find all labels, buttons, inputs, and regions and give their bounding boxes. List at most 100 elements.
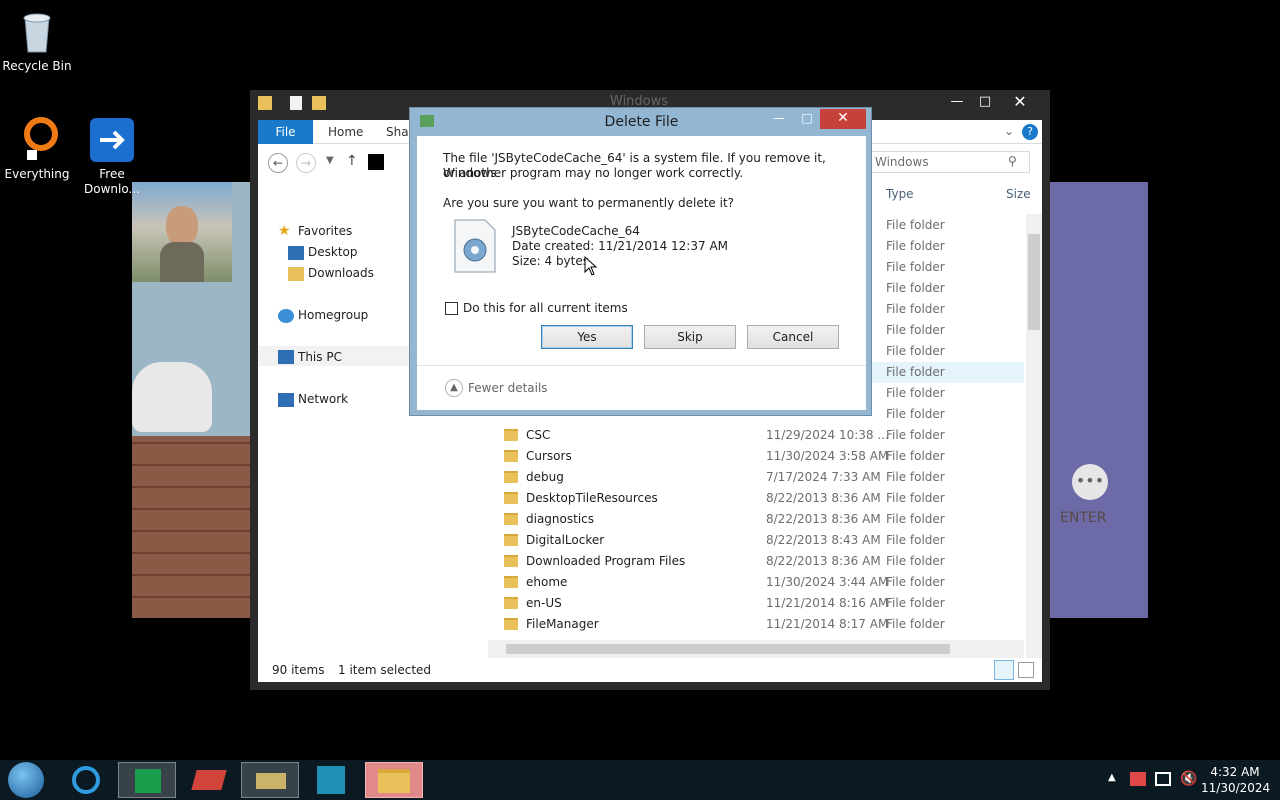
forward-button[interactable]: →	[296, 153, 316, 173]
dialog-body: The file 'JSByteCodeCache_64' is a syste…	[417, 136, 866, 410]
column-header-size[interactable]: Size	[1006, 182, 1031, 206]
table-row[interactable]: DigitalLocker 8/22/2013 8:43 AM File folde…	[498, 530, 1024, 551]
nav-downloads[interactable]: Downloads	[308, 263, 374, 283]
chevron-down-icon[interactable]: ⌄	[1004, 124, 1014, 138]
nav-desktop[interactable]: Desktop	[308, 242, 358, 262]
row-type: File folder	[886, 470, 945, 484]
location-icon	[368, 154, 384, 170]
apply-all-label: Do this for all current items	[463, 301, 628, 315]
scroll-thumb[interactable]	[1028, 234, 1040, 330]
desktop: ••• ENTER Recycle Bin Everything Free Do…	[0, 0, 1280, 800]
large-icons-view-icon[interactable]	[1018, 662, 1034, 678]
folder-icon	[258, 96, 272, 110]
clock-date[interactable]: 11/30/2024	[1201, 781, 1270, 795]
nav-homegroup[interactable]: Homegroup	[298, 305, 368, 325]
folder-icon	[504, 576, 518, 588]
nav-network[interactable]: Network	[298, 389, 348, 409]
dialog-maximize-button[interactable]: □	[794, 109, 820, 129]
up-button[interactable]: ↑	[346, 153, 358, 169]
row-type: File folder	[886, 596, 945, 610]
folder-icon	[504, 555, 518, 567]
row-name: DesktopTileResources	[526, 491, 658, 505]
table-row[interactable]: FileManager 11/21/2014 8:17 AM File folder	[498, 614, 1024, 635]
selection-count: 1 item selected	[338, 663, 432, 677]
yes-button[interactable]: Yes	[541, 325, 633, 349]
table-row[interactable]: CSC 11/29/2024 10:38 ... File folder	[498, 425, 1024, 446]
folder-icon	[504, 618, 518, 630]
fewer-details-link[interactable]: Fewer details	[468, 381, 548, 396]
file-size: Size: 4 bytes	[512, 254, 589, 268]
divider	[417, 365, 866, 366]
row-name: CSC	[526, 428, 551, 442]
taskbar-internet-explorer[interactable]	[58, 762, 116, 798]
scroll-thumb[interactable]	[506, 644, 950, 654]
table-row[interactable]: DesktopTileResources 8/22/2013 8:36 AM Fil…	[498, 488, 1024, 509]
folder-icon	[504, 597, 518, 609]
maximize-button[interactable]: □	[972, 92, 998, 112]
nav-favorites[interactable]: Favorites	[298, 221, 352, 241]
properties-icon[interactable]	[290, 96, 302, 110]
recent-locations-icon[interactable]: ▼	[326, 155, 334, 166]
row-type: File folder	[886, 281, 945, 295]
help-icon[interactable]: ?	[1022, 124, 1038, 140]
back-button[interactable]: ←	[268, 153, 288, 173]
folder-icon	[504, 534, 518, 546]
cancel-button[interactable]: Cancel	[747, 325, 839, 349]
tab-file[interactable]: File	[258, 120, 313, 144]
volume-muted-icon[interactable]: 🔇	[1180, 771, 1197, 787]
row-date: 8/22/2013 8:36 AM	[766, 491, 881, 505]
search-icon: ⚲	[1008, 154, 1017, 168]
row-type: File folder	[886, 218, 945, 232]
clock-time[interactable]: 4:32 AM	[1205, 765, 1265, 779]
vertical-scrollbar[interactable]	[1026, 214, 1042, 658]
table-row[interactable]: Downloaded Program Files 8/22/2013 8:36 A…	[498, 551, 1024, 572]
desktop-icon-free-download-manager[interactable]: Free Downlo...	[75, 116, 149, 197]
start-button[interactable]	[8, 762, 44, 798]
table-row[interactable]: ehome 11/30/2024 3:44 AM File folder	[498, 572, 1024, 593]
desktop-icon-everything[interactable]: Everything	[0, 116, 74, 182]
dialog-close-button[interactable]: ✕	[820, 109, 866, 129]
details-view-icon[interactable]	[994, 660, 1014, 680]
row-name: ehome	[526, 575, 568, 589]
horizontal-scrollbar[interactable]	[488, 640, 1024, 658]
dialog-minimize-button[interactable]: —	[766, 109, 792, 129]
show-hidden-icons[interactable]: ▲	[1108, 772, 1116, 783]
table-row[interactable]: diagnostics 8/22/2013 8:36 AM File folder	[498, 509, 1024, 530]
row-type: File folder	[886, 428, 945, 442]
desktop-icon-recycle-bin[interactable]: Recycle Bin	[0, 8, 74, 74]
tab-home[interactable]: Home	[328, 120, 363, 144]
row-date: 11/30/2024 3:44 AM	[766, 575, 889, 589]
skip-button[interactable]: Skip	[644, 325, 736, 349]
taskbar-app-contacts[interactable]	[303, 762, 361, 798]
table-row[interactable]: en-US 11/21/2014 8:16 AM File folder	[498, 593, 1024, 614]
search-input[interactable]: Windows	[866, 151, 1030, 173]
table-row[interactable]: Cursors 11/30/2024 3:58 AM File folder	[498, 446, 1024, 467]
user-photo	[132, 182, 232, 282]
minimize-button[interactable]: —	[944, 92, 970, 112]
taskbar-store[interactable]	[118, 762, 176, 798]
apply-all-checkbox[interactable]	[445, 302, 458, 315]
network-tray-icon[interactable]	[1155, 772, 1171, 786]
row-date: 8/22/2013 8:36 AM	[766, 512, 881, 526]
free-download-manager-icon	[88, 116, 136, 164]
taskbar-file-explorer[interactable]	[365, 762, 423, 798]
taskbar-app-red[interactable]	[180, 762, 238, 798]
table-row[interactable]: debug 7/17/2024 7:33 AM File folder	[498, 467, 1024, 488]
item-count: 90 items	[272, 663, 325, 677]
nav-thispc[interactable]: This PC	[298, 347, 342, 367]
column-header-type[interactable]: Type	[886, 182, 914, 206]
action-center-icon[interactable]	[1130, 772, 1146, 786]
folder-icon	[504, 429, 518, 441]
row-name: debug	[526, 470, 564, 484]
file-explorer-icon	[378, 769, 410, 793]
close-button[interactable]: ✕	[1002, 92, 1038, 112]
chevron-up-icon[interactable]: ▲	[445, 379, 463, 397]
drive-icon	[256, 773, 286, 789]
row-date: 7/17/2024 7:33 AM	[766, 470, 881, 484]
new-folder-icon[interactable]	[312, 96, 326, 110]
row-type: File folder	[886, 323, 945, 337]
taskbar-app-drive[interactable]	[241, 762, 299, 798]
file-name: JSByteCodeCache_64	[512, 224, 640, 238]
row-name: DigitalLocker	[526, 533, 605, 547]
row-date: 8/22/2013 8:43 AM	[766, 533, 881, 547]
